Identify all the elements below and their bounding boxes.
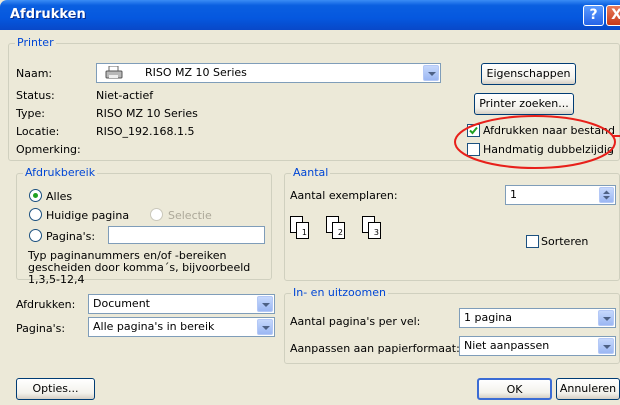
- copies-count-label: Aantal exemplaren:: [290, 189, 398, 202]
- print-what-label: Afdrukken:: [16, 298, 76, 311]
- chevron-down-icon[interactable]: [598, 338, 614, 354]
- collate-checkbox[interactable]: [526, 235, 539, 248]
- chevron-down-icon[interactable]: [598, 310, 614, 326]
- range-pages-label[interactable]: Pagina's:: [46, 230, 95, 243]
- page-icon: 1: [296, 222, 309, 239]
- collate-label[interactable]: Sorteren: [541, 235, 588, 248]
- print-what-value: Document: [93, 297, 150, 310]
- location-label: Locatie:: [16, 125, 60, 138]
- per-sheet-value: 1 pagina: [464, 311, 512, 324]
- collate-illustration: 1 2 3: [290, 216, 400, 260]
- close-button[interactable]: X: [606, 5, 620, 26]
- per-sheet-label: Aantal pagina's per vel:: [290, 315, 421, 328]
- printer-name-select[interactable]: RISO MZ 10 Series: [96, 63, 441, 83]
- print-pages-value: Alle pagina's in bereik: [93, 320, 215, 333]
- title-bar[interactable]: Afdrukken ? X: [0, 0, 620, 30]
- range-selection-label: Selectie: [168, 209, 212, 222]
- range-current-radio[interactable]: [29, 208, 42, 221]
- properties-button[interactable]: Eigenschappen: [481, 63, 576, 85]
- type-label: Type:: [16, 107, 45, 120]
- range-all-label[interactable]: Alles: [46, 190, 72, 203]
- print-range-label: Afdrukbereik: [23, 166, 98, 180]
- cancel-button[interactable]: Annuleren: [556, 378, 620, 400]
- print-what-select[interactable]: Document: [88, 294, 275, 314]
- zoom-group-label: In- en uitzoomen: [291, 286, 388, 300]
- scale-select[interactable]: Niet aanpassen: [459, 336, 616, 356]
- page-icon: 2: [332, 222, 345, 239]
- range-hint: Typ paginanummers en/of -bereiken gesche…: [28, 249, 251, 286]
- printer-name-label: Naam:: [16, 67, 53, 80]
- comment-label: Opmerking:: [16, 143, 81, 156]
- help-button[interactable]: ?: [583, 5, 604, 26]
- copies-group-label: Aantal: [291, 166, 331, 180]
- range-current-label[interactable]: Huidige pagina: [46, 209, 129, 222]
- chevron-down-icon[interactable]: [257, 296, 273, 312]
- print-pages-select[interactable]: Alle pagina's in bereik: [88, 317, 275, 337]
- scale-value: Niet aanpassen: [464, 339, 550, 352]
- range-pages-input[interactable]: [108, 226, 265, 244]
- range-all-radio[interactable]: [29, 189, 42, 202]
- options-button[interactable]: Opties...: [16, 378, 95, 400]
- printer-group-label: Printer: [15, 36, 56, 50]
- printer-icon: [105, 65, 123, 80]
- chevron-down-icon[interactable]: [423, 65, 439, 81]
- per-sheet-select[interactable]: 1 pagina: [459, 308, 616, 328]
- range-pages-radio[interactable]: [29, 229, 42, 242]
- printer-name-value: RISO MZ 10 Series: [145, 66, 247, 79]
- type-value: RISO MZ 10 Series: [96, 107, 198, 120]
- spinner-arrows-icon[interactable]: [599, 187, 614, 203]
- chevron-down-icon[interactable]: [257, 319, 273, 335]
- scale-label: Aanpassen aan papierformaat:: [290, 342, 460, 355]
- location-value: RISO_192.168.1.5: [96, 125, 195, 138]
- page-number-1: 1: [301, 228, 307, 237]
- ok-button[interactable]: OK: [477, 378, 552, 400]
- page-number-3: 3: [373, 228, 379, 237]
- page-icon: 3: [368, 222, 381, 239]
- copies-count-input[interactable]: 1: [505, 185, 616, 205]
- status-label: Status:: [16, 89, 55, 102]
- find-printer-button[interactable]: Printer zoeken...: [474, 93, 574, 115]
- print-pages-label: Pagina's:: [16, 322, 66, 335]
- print-dialog: Afdrukken ? X Printer Naam: RISO MZ 10 S…: [0, 0, 620, 405]
- window-title: Afdrukken: [10, 7, 86, 22]
- copies-count-value: 1: [510, 188, 517, 201]
- page-number-2: 2: [337, 228, 343, 237]
- range-selection-radio: [150, 208, 163, 221]
- status-value: Niet-actief: [96, 89, 154, 102]
